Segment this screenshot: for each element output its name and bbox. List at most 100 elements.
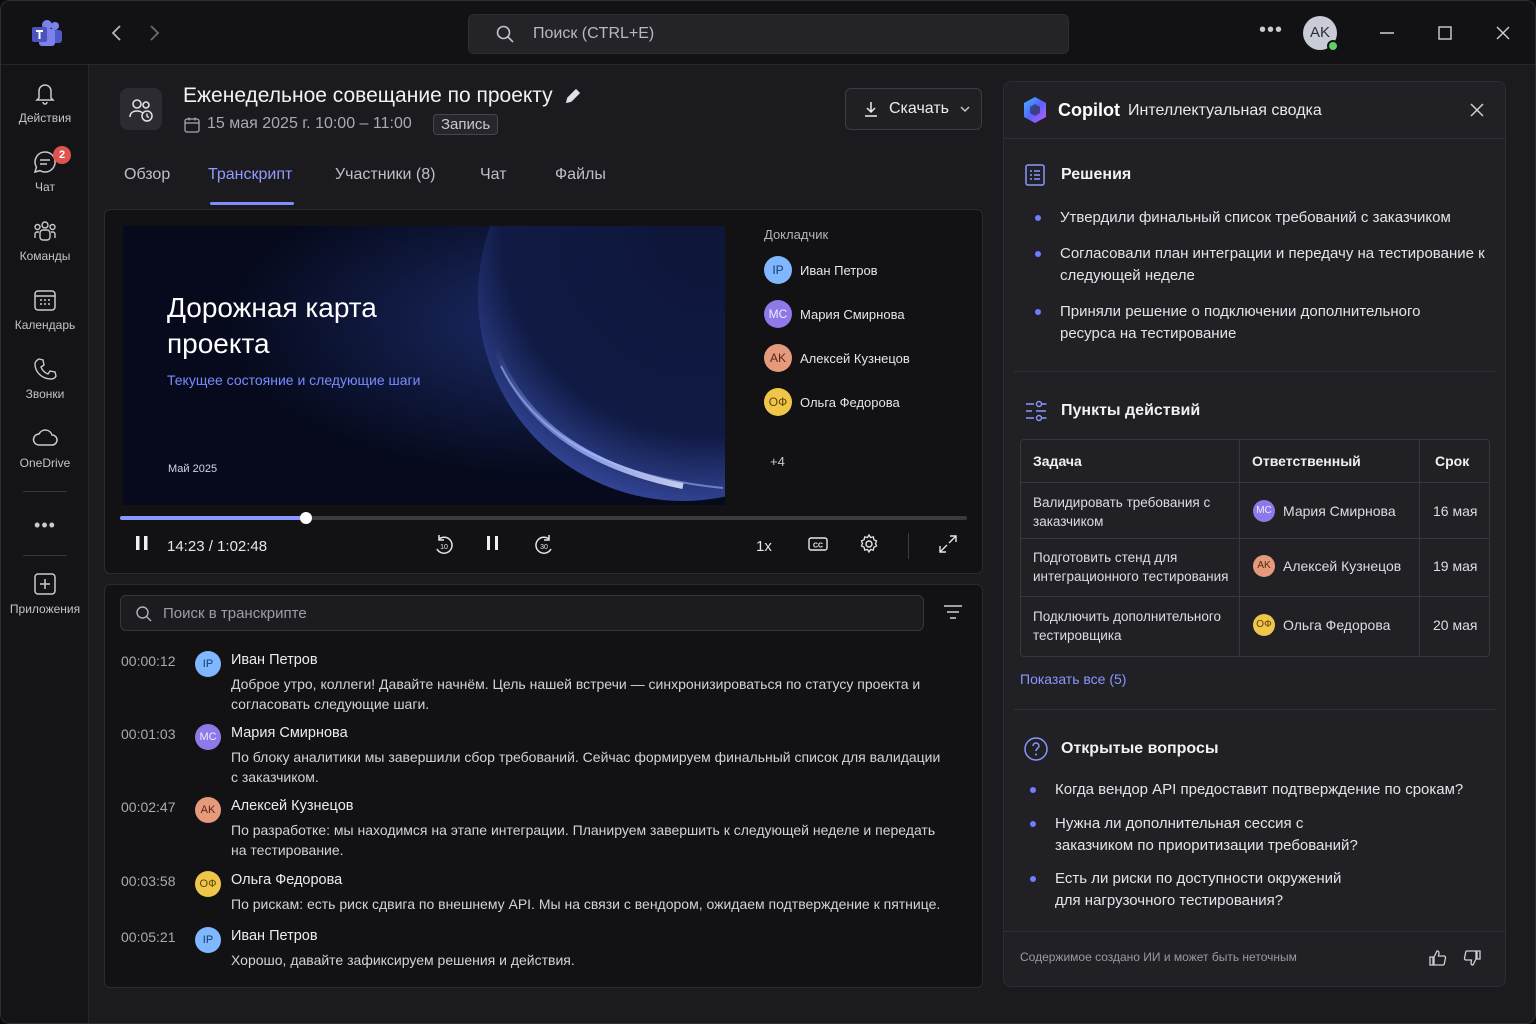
thumbs-up-icon[interactable] [1428,948,1448,968]
presentation-slide[interactable]: Дорожная карта проекта Текущее состояние… [123,226,725,505]
settings-gear-icon[interactable] [857,532,881,556]
playback-speed-button[interactable]: 1x [756,538,772,555]
table-row[interactable]: Валидировать требования с заказчиком MC М… [1021,483,1489,539]
teams-logo-icon[interactable] [31,20,63,48]
tab-overview[interactable]: Обзор [124,166,170,184]
avatar: MC [195,724,221,750]
bell-icon [35,84,55,105]
rail-item-teams[interactable]: Команды [1,217,89,263]
seek-handle[interactable] [300,512,313,524]
slide-date: Май 2025 [168,463,218,475]
table-row[interactable]: Подключить дополнительного тестировщика … [1021,597,1489,657]
entry-speaker: Ольга Федорова [231,872,343,888]
decision-item: Утвердили финальный список требований с … [1035,207,1480,229]
transcript-search-input[interactable]: Поиск в транскрипте [120,595,924,631]
rail-item-chat[interactable]: 2 Чат [1,146,89,194]
column-header-owner: Ответственный [1252,453,1361,469]
rail-item-onedrive[interactable]: OneDrive [1,424,89,470]
owner-cell: ОФ Ольга Федорова [1253,614,1390,636]
svg-text:CC: CC [813,543,823,550]
meeting-content: Еженедельное совещание по проекту 15 мая… [90,66,995,1023]
speaker-item[interactable]: ОФ Ольга Федорова [764,388,900,416]
download-label: Скачать [889,100,949,117]
close-icon[interactable] [1468,101,1486,119]
forward-icon[interactable] [142,21,166,45]
search-placeholder: Поиск (CTRL+E) [533,25,655,42]
due-cell: 16 мая [1433,503,1478,519]
owner-name: Алексей Кузнецов [1283,558,1402,574]
owner-name: Ольга Федорова [1283,617,1391,633]
copilot-logo-icon [1024,97,1046,123]
show-all-link[interactable]: Показать все (5) [1020,671,1126,687]
back-icon[interactable] [105,21,129,45]
rail-item-calls[interactable]: Звонки [1,355,89,401]
search-input[interactable]: Поиск (CTRL+E) [468,14,1069,54]
rail-more-icon[interactable]: ••• [1,515,89,536]
maximize-icon[interactable] [1433,21,1457,45]
decisions-list-icon [1025,164,1045,186]
pause-center-icon[interactable] [482,532,504,554]
avatar: ОФ [1253,614,1275,636]
recording-badge: Запись [433,114,499,135]
rail-item-calendar[interactable]: Календарь [1,286,89,332]
rewind-10-icon[interactable]: 10 [431,532,457,558]
avatar: IP [195,927,221,953]
entry-timestamp[interactable]: 00:05:21 [121,929,176,945]
close-window-icon[interactable] [1491,21,1515,45]
more-options-icon[interactable]: ••• [1259,19,1283,42]
speaker-item[interactable]: IP Иван Петров [764,256,878,284]
table-row[interactable]: Подготовить стенд для интеграционного те… [1021,539,1489,597]
entry-text: По блоку аналитики мы завершили сбор тре… [231,749,941,785]
pause-icon[interactable] [131,532,153,554]
tab-transcript[interactable]: Транскрипт [208,166,292,184]
transcript-search-placeholder: Поиск в транскрипте [163,605,307,622]
task-cell: Подготовить стенд для интеграционного те… [1033,550,1229,584]
thumbs-down-icon[interactable] [1462,948,1482,968]
search-icon [136,606,152,622]
captions-icon[interactable]: CC [806,532,830,556]
minimize-icon[interactable] [1375,21,1399,45]
seek-bar[interactable] [120,512,967,524]
tab-participants[interactable]: Участники (8) [335,166,435,184]
question-item: Есть ли риски по доступности окружений д… [1030,868,1355,912]
calendar-icon [34,290,56,311]
entry-timestamp[interactable]: 00:01:03 [121,726,176,742]
rewind-seconds: 10 [440,544,448,551]
entry-speaker: Иван Петров [231,928,318,944]
forward-30-icon[interactable]: 30 [531,532,557,558]
chevron-down-icon [960,106,970,112]
filter-icon[interactable] [942,602,964,622]
decisions-title: Решения [1061,166,1132,183]
rail-label: Календарь [14,318,76,332]
rail-item-apps[interactable]: Приложения [1,570,89,616]
speaker-item[interactable]: AK Алексей Кузнецов [764,344,910,372]
entry-timestamp[interactable]: 00:03:58 [121,873,176,889]
section-divider [1014,371,1497,372]
due-cell: 19 мая [1433,558,1478,574]
avatar: MC [764,300,792,328]
entry-timestamp[interactable]: 00:02:47 [121,799,176,815]
entry-text: Доброе утро, коллеги! Давайте начнём. Це… [231,676,921,712]
entry-timestamp[interactable]: 00:00:12 [121,653,176,669]
download-button[interactable]: Скачать [845,88,982,130]
due-cell: 20 мая [1433,617,1478,633]
entry-text: Хорошо, давайте зафиксируем решения и де… [231,952,575,968]
edit-pencil-icon[interactable] [564,87,582,105]
question-item: Когда вендор API предоставит подтвержден… [1030,779,1475,801]
tab-files[interactable]: Файлы [555,166,606,184]
copilot-header: Copilot Интеллектуальная сводка [1004,82,1505,139]
user-avatar[interactable]: AK [1303,16,1339,52]
column-header-task: Задача [1033,453,1082,469]
rail-label: Действия [18,111,72,125]
total-duration: 1:02:48 [217,538,268,555]
entry-speaker: Мария Смирнова [231,725,348,741]
question-item: Нужна ли дополнительная сессия с заказчи… [1030,813,1385,857]
more-speakers-count[interactable]: +4 [770,454,785,469]
speaker-item[interactable]: MC Мария Смирнова [764,300,905,328]
tab-chat[interactable]: Чат [480,166,507,184]
rail-item-activity[interactable]: Действия [1,79,89,125]
fullscreen-icon[interactable] [936,532,960,556]
search-icon [496,25,514,43]
download-icon [865,102,877,117]
copilot-footer: Содержимое создано ИИ и может быть неточ… [1004,931,1505,987]
